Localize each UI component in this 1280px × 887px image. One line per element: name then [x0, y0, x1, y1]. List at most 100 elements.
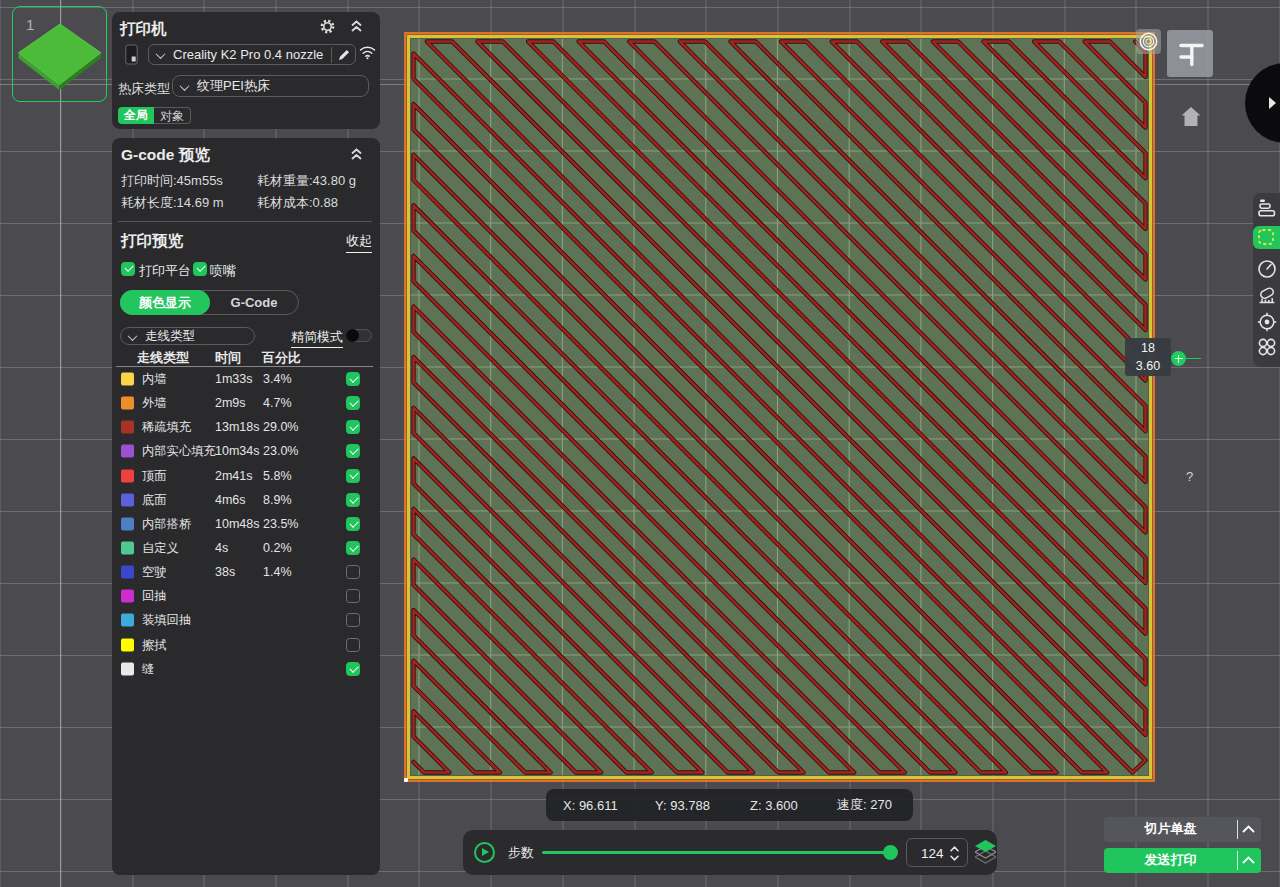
- plate-thumbnail[interactable]: 1: [12, 6, 107, 102]
- speedometer-icon[interactable]: [1257, 259, 1277, 279]
- table-row: 空驶 38s 1.4%: [112, 560, 380, 584]
- nozzle-checkbox-label: 喷嘴: [210, 262, 236, 280]
- line-color-swatch: [121, 542, 134, 555]
- status-x: X: 96.611: [563, 798, 618, 813]
- row-checkbox[interactable]: [346, 517, 360, 531]
- col-percent: 百分比: [262, 349, 301, 367]
- sliced-object[interactable]: [404, 32, 1155, 782]
- wifi-icon[interactable]: [359, 45, 376, 60]
- line-color-swatch: [121, 469, 134, 482]
- line-time: 10m48s: [215, 517, 259, 531]
- scope-tabs: 全局 对象: [118, 107, 191, 124]
- tool-preview-active[interactable]: [1253, 226, 1280, 249]
- structure-icon[interactable]: [1257, 285, 1277, 305]
- target-settings-icon[interactable]: [1257, 312, 1277, 332]
- apps-clover-icon[interactable]: [1257, 337, 1277, 357]
- row-checkbox[interactable]: [346, 396, 360, 410]
- line-time: 13m18s: [215, 420, 259, 434]
- line-type-label: 擦拭: [142, 636, 167, 653]
- line-time: 4m6s: [215, 493, 246, 507]
- row-checkbox[interactable]: [346, 541, 360, 555]
- bed-type-select[interactable]: 纹理PEI热床: [172, 75, 369, 97]
- simple-mode-toggle[interactable]: [346, 329, 372, 342]
- plate-axis-icon[interactable]: [1167, 30, 1213, 77]
- collapse-panel-icon[interactable]: [350, 19, 363, 33]
- send-print-button[interactable]: 发送打印: [1104, 848, 1261, 873]
- row-checkbox[interactable]: [346, 613, 360, 627]
- edit-pencil-icon[interactable]: [337, 48, 351, 62]
- table-row: 顶面 2m41s 5.8%: [112, 464, 380, 488]
- steps-value-box[interactable]: 124: [906, 838, 968, 867]
- viewport-3d[interactable]: 18 3.60 ?: [0, 0, 1280, 887]
- simple-mode-label: 精简模式: [291, 328, 343, 349]
- tab-object[interactable]: 对象: [154, 107, 191, 124]
- stepper-up-icon[interactable]: [950, 846, 959, 852]
- row-checkbox[interactable]: [346, 372, 360, 386]
- col-time: 时间: [215, 349, 241, 367]
- send-print-label: 发送打印: [1104, 851, 1237, 869]
- chevron-up-icon[interactable]: [1242, 824, 1255, 834]
- line-type-table: 内墙 1m33s 3.4% 外墙 2m9s 4.7% 稀疏填充 13m18s 2…: [112, 367, 380, 681]
- line-percent: 29.0%: [263, 420, 298, 434]
- steps-slider[interactable]: [542, 851, 895, 854]
- row-checkbox[interactable]: [346, 469, 360, 483]
- line-type-label: 底面: [142, 491, 167, 508]
- stepper-down-icon[interactable]: [950, 855, 959, 861]
- table-row: 底面 4m6s 8.9%: [112, 488, 380, 512]
- line-type-dropdown[interactable]: 走线类型: [120, 327, 255, 345]
- coordinate-status-bar: X: 96.611 Y: 93.788 Z: 3.600 速度: 270: [546, 789, 913, 821]
- print-preview-title: 打印预览: [121, 231, 183, 252]
- row-checkbox[interactable]: [346, 565, 360, 579]
- layers-stack-icon[interactable]: [975, 840, 996, 865]
- line-color-swatch: [121, 614, 134, 627]
- tab-gcode[interactable]: G-Code: [210, 291, 298, 314]
- table-row: 回抽: [112, 584, 380, 608]
- line-percent: 3.4%: [263, 372, 292, 386]
- stat-print-time: 打印时间:45m55s: [121, 172, 223, 190]
- line-type-label: 内墙: [142, 371, 167, 388]
- line-type-label: 顶面: [142, 467, 167, 484]
- row-checkbox[interactable]: [346, 493, 360, 507]
- steps-slider-handle[interactable]: [883, 845, 898, 860]
- platform-checkbox-label: 打印平台: [139, 262, 191, 280]
- tab-global[interactable]: 全局: [118, 107, 154, 124]
- chevron-right-icon: [1269, 97, 1276, 109]
- printer-select[interactable]: Creality K2 Pro 0.4 nozzle: [148, 44, 356, 66]
- layers-list-icon[interactable]: [1257, 198, 1277, 218]
- collapse-link[interactable]: 收起: [346, 232, 372, 253]
- toggle-knob: [346, 329, 359, 342]
- layer-slider-handle[interactable]: [1171, 351, 1186, 366]
- row-checkbox[interactable]: [346, 589, 360, 603]
- line-color-swatch: [121, 397, 134, 410]
- slice-plate-button[interactable]: 切片单盘: [1104, 817, 1261, 842]
- chevron-up-icon[interactable]: [1242, 855, 1255, 865]
- steps-label: 步数: [508, 844, 534, 862]
- printer-settings-gear-icon[interactable]: [319, 18, 336, 35]
- line-color-swatch: [121, 662, 134, 675]
- line-percent: 4.7%: [263, 396, 292, 410]
- stat-filament-cost: 耗材成本:0.88: [257, 194, 338, 212]
- steps-value: 124: [921, 845, 944, 860]
- status-z: Z: 3.600: [750, 798, 798, 813]
- help-mark[interactable]: ?: [1186, 469, 1193, 484]
- row-checkbox[interactable]: [346, 420, 360, 434]
- col-line-type: 走线类型: [137, 349, 189, 367]
- line-percent: 23.0%: [263, 444, 298, 458]
- play-button[interactable]: [474, 842, 495, 863]
- stat-filament-length: 耗材长度:14.69 m: [121, 194, 224, 212]
- platform-checkbox[interactable]: [121, 262, 135, 276]
- nozzle-checkbox[interactable]: [193, 262, 207, 276]
- line-color-swatch: [121, 445, 134, 458]
- home-view-button[interactable]: [1181, 106, 1201, 128]
- row-checkbox[interactable]: [346, 638, 360, 652]
- tab-color-display[interactable]: 颜色显示: [120, 290, 210, 315]
- line-color-swatch: [121, 373, 134, 386]
- collapse-panel-icon[interactable]: [350, 147, 363, 161]
- line-type-label: 空驶: [142, 564, 167, 581]
- row-checkbox[interactable]: [346, 444, 360, 458]
- bed-type-value: 纹理PEI热床: [197, 77, 270, 95]
- seam-marker-icon[interactable]: [1136, 29, 1161, 54]
- line-color-swatch: [121, 638, 134, 651]
- line-type-label: 回抽: [142, 588, 167, 605]
- row-checkbox[interactable]: [346, 662, 360, 676]
